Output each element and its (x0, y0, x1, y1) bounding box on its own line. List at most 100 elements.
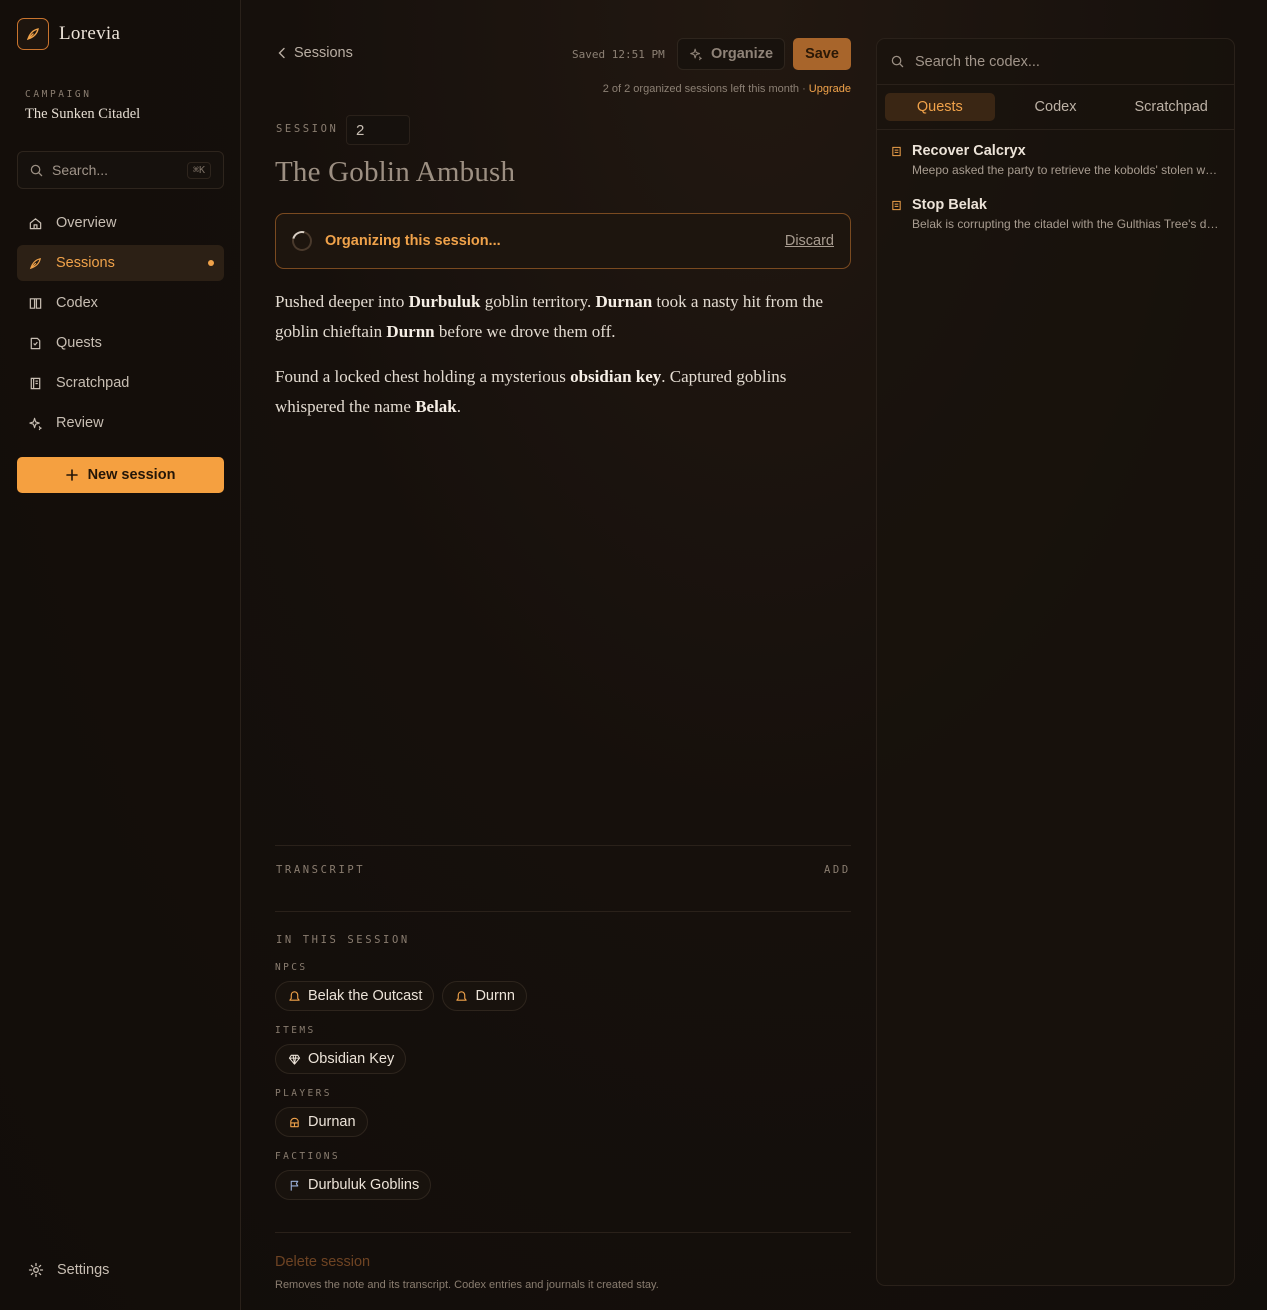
player-name: Durnan (308, 1114, 356, 1130)
sparkle-icon (689, 47, 703, 61)
sidebar-item-label: Overview (56, 215, 117, 231)
sidebar-search-input[interactable]: Search... (52, 162, 178, 178)
quest-item[interactable]: Stop Belak Belak is corrupting the citad… (891, 197, 1222, 231)
sidebar-item-codex[interactable]: Codex (17, 285, 224, 321)
back-to-sessions-link[interactable]: Sessions (278, 45, 353, 61)
saved-status: Saved 12:51 PM (572, 48, 665, 61)
loading-spinner-icon (288, 227, 316, 255)
faction-chips: Durbuluk Goblins (275, 1170, 432, 1200)
campaign-label: CAMPAIGN (25, 89, 92, 100)
sidebar-item-overview[interactable]: Overview (17, 205, 224, 241)
sidebar-item-quests[interactable]: Quests (17, 325, 224, 361)
sparkle-icon (28, 416, 43, 431)
new-session-button[interactable]: New session (17, 457, 224, 493)
home-icon (28, 216, 43, 231)
sidebar-nav: Overview Sessions Codex Quests Scratchpa… (17, 205, 224, 445)
faction-chip[interactable]: Durbuluk Goblins (275, 1170, 432, 1200)
tab-quests[interactable]: Quests (885, 93, 995, 121)
search-icon (891, 55, 904, 68)
note-text: Found a locked chest holding a mysteriou… (275, 367, 571, 386)
session-number-input[interactable]: 2 (346, 115, 410, 145)
quest-scroll-icon (891, 200, 902, 231)
sidebar-item-label: Scratchpad (56, 375, 130, 391)
divider (275, 911, 851, 912)
notes-paragraph: Found a locked chest holding a mysteriou… (275, 362, 845, 421)
in-session-label: IN THIS SESSION (276, 934, 410, 946)
campaign-name[interactable]: The Sunken Citadel (25, 106, 140, 123)
session-notes-editor[interactable]: Pushed deeper into Durbuluk goblin terri… (275, 287, 845, 437)
delete-session-button[interactable]: Delete session (275, 1254, 370, 1270)
player-chip[interactable]: Durnan (275, 1107, 368, 1137)
npc-chips: Belak the Outcast Durnn (275, 981, 527, 1011)
note-text: goblin territory. (480, 292, 596, 311)
codex-search[interactable]: Search the codex... (877, 39, 1234, 85)
back-label: Sessions (294, 45, 353, 61)
quill-logo-icon (17, 18, 49, 50)
quest-title: Stop Belak (912, 197, 987, 213)
app-name: Lorevia (59, 23, 121, 44)
sidebar-item-label: Review (56, 415, 104, 431)
quest-item[interactable]: Recover Calcryx Meepo asked the party to… (891, 143, 1222, 177)
sidebar: Lorevia CAMPAIGN The Sunken Citadel Sear… (0, 0, 241, 1310)
active-indicator-dot (208, 260, 214, 266)
new-session-label: New session (87, 467, 176, 483)
scroll-icon (28, 336, 43, 351)
organizing-status: Organizing this session... (325, 233, 501, 249)
session-title[interactable]: The Goblin Ambush (275, 156, 515, 189)
sidebar-item-sessions[interactable]: Sessions (17, 245, 224, 281)
session-number-label: SESSION (276, 123, 339, 135)
faction-name: Durbuluk Goblins (308, 1177, 420, 1193)
notes-paragraph: Pushed deeper into Durbuluk goblin terri… (275, 287, 845, 346)
brand[interactable]: Lorevia (17, 18, 120, 50)
npc-chip[interactable]: Durnn (442, 981, 527, 1011)
sidebar-item-label: Quests (56, 335, 102, 351)
book-icon (28, 296, 43, 311)
helmet-icon (288, 1116, 301, 1129)
search-icon (30, 164, 43, 177)
npc-name: Durnn (475, 988, 515, 1004)
sidebar-item-review[interactable]: Review (17, 405, 224, 441)
npc-chip[interactable]: Belak the Outcast (275, 981, 435, 1011)
transcript-label: TRANSCRIPT (276, 864, 366, 876)
divider (275, 1232, 851, 1233)
players-label: PLAYERS (275, 1088, 332, 1099)
panel-tabs: Quests Codex Scratchpad (877, 85, 1234, 130)
shortcut-badge: ⌘K (186, 161, 211, 179)
items-label: ITEMS (275, 1025, 316, 1036)
delete-session-description: Removes the note and its transcript. Cod… (275, 1279, 659, 1291)
entity-mention[interactable]: Durbuluk (409, 292, 481, 311)
note-text: before we drove them off. (434, 321, 616, 341)
transcript-add-button[interactable]: ADD (824, 864, 851, 876)
npc-name: Belak the Outcast (308, 988, 423, 1004)
npc-bell-icon (288, 990, 301, 1003)
quota-text: 2 of 2 organized sessions left this mont… (603, 83, 851, 95)
quest-description: Belak is corrupting the citadel with the… (912, 217, 1222, 231)
quest-title: Recover Calcryx (912, 143, 1026, 159)
organizing-banner: Organizing this session... Discard (275, 213, 851, 269)
notebook-icon (28, 376, 43, 391)
discard-button[interactable]: Discard (785, 233, 834, 249)
organize-label: Organize (710, 46, 774, 62)
item-chip[interactable]: Obsidian Key (275, 1044, 407, 1074)
entity-mention[interactable]: Durnan (595, 292, 652, 311)
tab-codex[interactable]: Codex (1001, 93, 1111, 121)
entity-mention[interactable]: obsidian key (570, 367, 661, 386)
entity-mention[interactable]: Durnn (386, 322, 434, 341)
save-button[interactable]: Save (793, 38, 851, 70)
upgrade-link[interactable]: Upgrade (809, 83, 851, 95)
tab-scratchpad[interactable]: Scratchpad (1116, 93, 1226, 121)
organize-button[interactable]: Organize (677, 38, 785, 70)
player-chips: Durnan (275, 1107, 368, 1137)
factions-label: FACTIONS (275, 1151, 340, 1162)
plus-icon (65, 469, 78, 481)
note-text: Pushed deeper into (275, 292, 409, 311)
sidebar-search[interactable]: Search... ⌘K (17, 151, 224, 189)
gear-icon (28, 1262, 44, 1278)
npc-bell-icon (455, 990, 468, 1003)
gem-icon (288, 1053, 301, 1066)
settings-link[interactable]: Settings (28, 1262, 109, 1278)
codex-search-input[interactable]: Search the codex... (915, 54, 1040, 70)
entity-mention[interactable]: Belak (415, 397, 457, 416)
sidebar-item-scratchpad[interactable]: Scratchpad (17, 365, 224, 401)
settings-label: Settings (57, 1262, 110, 1278)
